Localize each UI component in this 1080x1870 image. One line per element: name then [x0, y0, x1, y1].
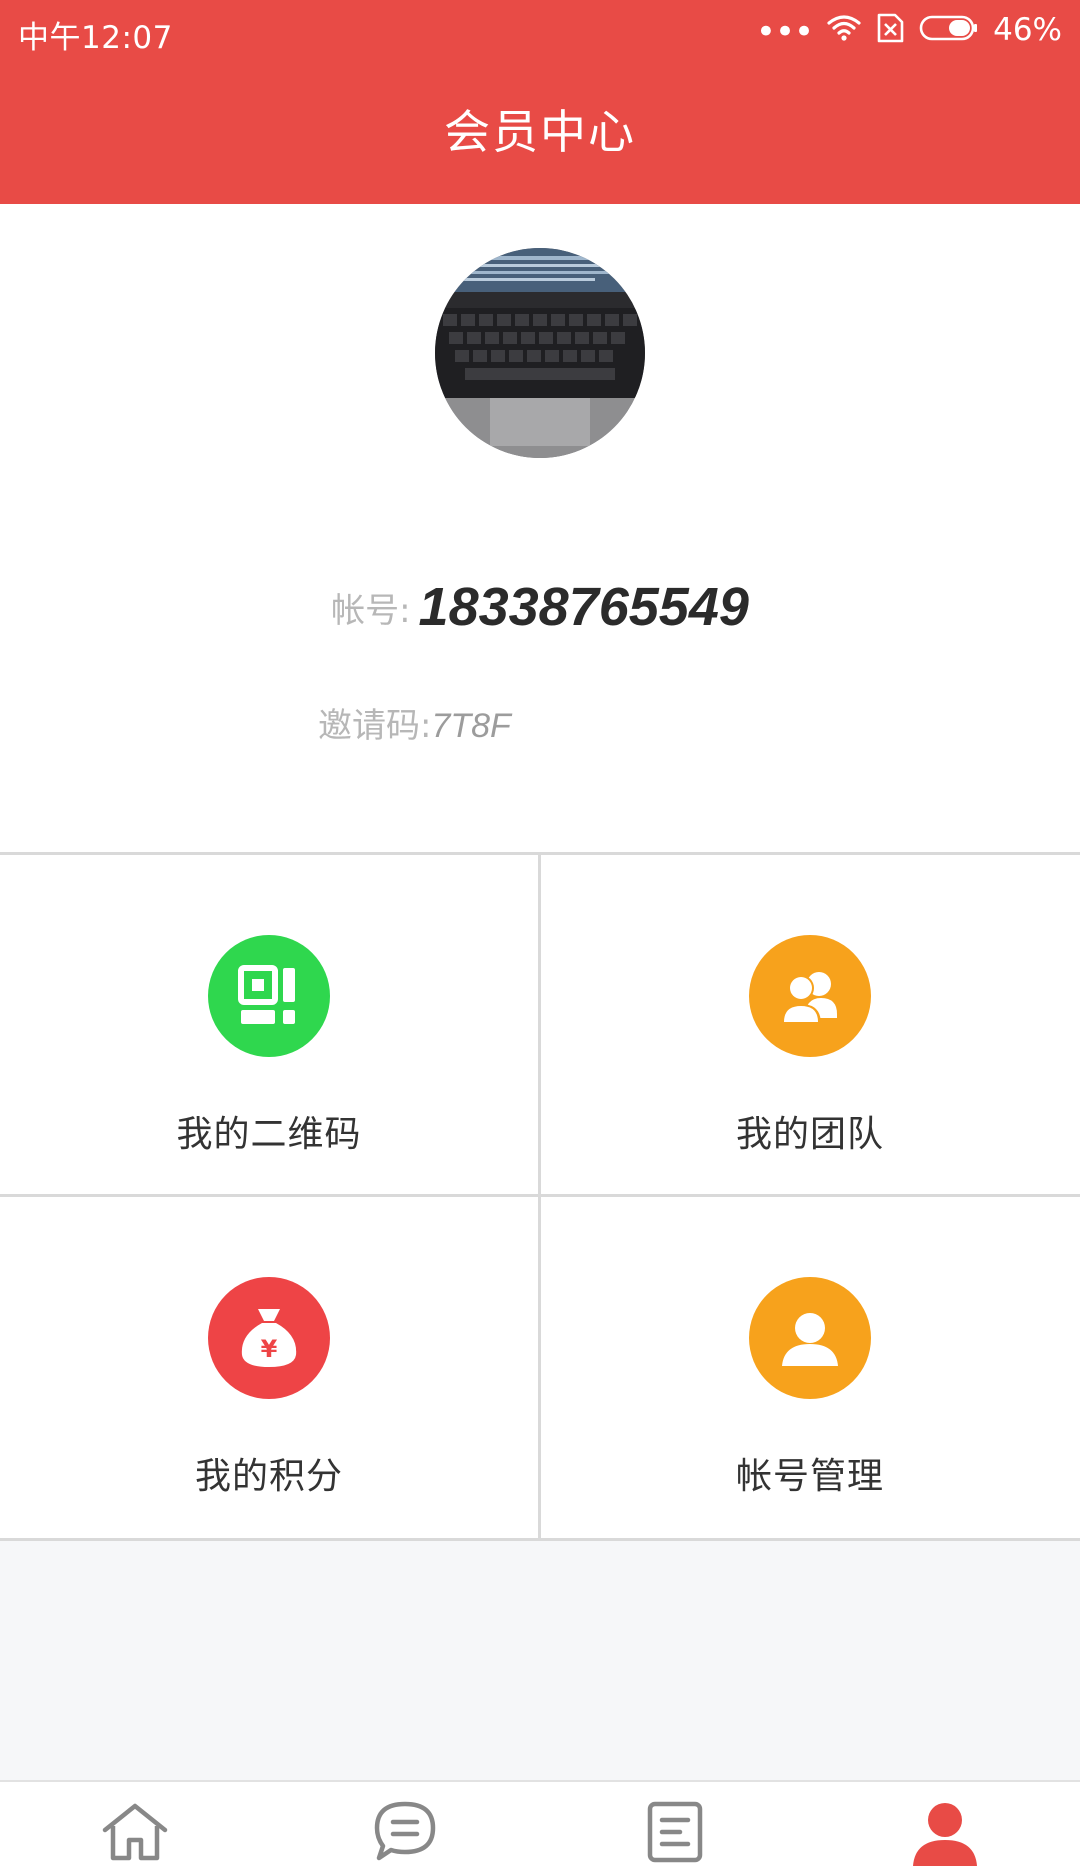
top-bar: 中午12:07 ••• 46% 会员中心	[0, 0, 1080, 204]
person-icon	[749, 1277, 871, 1399]
home-icon	[99, 1800, 171, 1866]
account-management-label: 帐号管理	[735, 1456, 884, 1497]
member-center-screen: 中午12:07 ••• 46% 会员中心 帐号: 18338765549 邀请码…	[0, 0, 1080, 1870]
account-label: 帐号:	[331, 590, 411, 631]
nav-messages[interactable]	[270, 1782, 540, 1870]
profile-section: 帐号: 18338765549 邀请码:7T8F	[0, 204, 1080, 852]
account-value: 18338765549	[418, 577, 749, 637]
my-qr-code-button[interactable]: 我的二维码	[0, 855, 538, 1197]
no-sim-icon	[875, 13, 905, 47]
wifi-icon	[827, 14, 861, 46]
my-points-button[interactable]: ¥ 我的积分	[0, 1197, 538, 1539]
my-team-button[interactable]: 我的团队	[541, 855, 1079, 1197]
more-dots-icon: •••	[755, 12, 814, 52]
battery-icon	[919, 14, 979, 46]
status-time: 中午12:07	[18, 20, 173, 56]
battery-percent: 46%	[993, 12, 1062, 48]
nav-orders[interactable]	[540, 1782, 810, 1870]
svg-text:¥: ¥	[261, 1335, 278, 1363]
my-points-label: 我的积分	[194, 1456, 343, 1497]
nav-home[interactable]	[0, 1782, 270, 1870]
avatar[interactable]	[435, 248, 645, 458]
nav-profile[interactable]	[810, 1782, 1080, 1870]
profile-icon	[911, 1800, 979, 1870]
my-qr-code-label: 我的二维码	[176, 1114, 362, 1155]
document-icon	[646, 1800, 704, 1868]
invite-code-row: 邀请码:7T8F	[318, 698, 511, 747]
menu-grid: 我的二维码 我的团队 ¥ 我的积分 帐号管理	[0, 852, 1080, 1541]
account-management-button[interactable]: 帐号管理	[541, 1197, 1079, 1539]
invite-code-label: 邀请码:	[318, 706, 432, 746]
my-team-label: 我的团队	[735, 1114, 884, 1155]
money-bag-icon: ¥	[208, 1277, 330, 1399]
qr-code-icon	[208, 935, 330, 1057]
status-icons: ••• 46%	[756, 10, 1062, 50]
team-icon	[749, 935, 871, 1057]
page-title: 会员中心	[444, 105, 636, 159]
bottom-nav	[0, 1780, 1080, 1870]
account-row: 帐号: 18338765549	[0, 576, 1080, 638]
invite-code-value: 7T8F	[431, 707, 511, 745]
chat-icon	[373, 1800, 437, 1866]
